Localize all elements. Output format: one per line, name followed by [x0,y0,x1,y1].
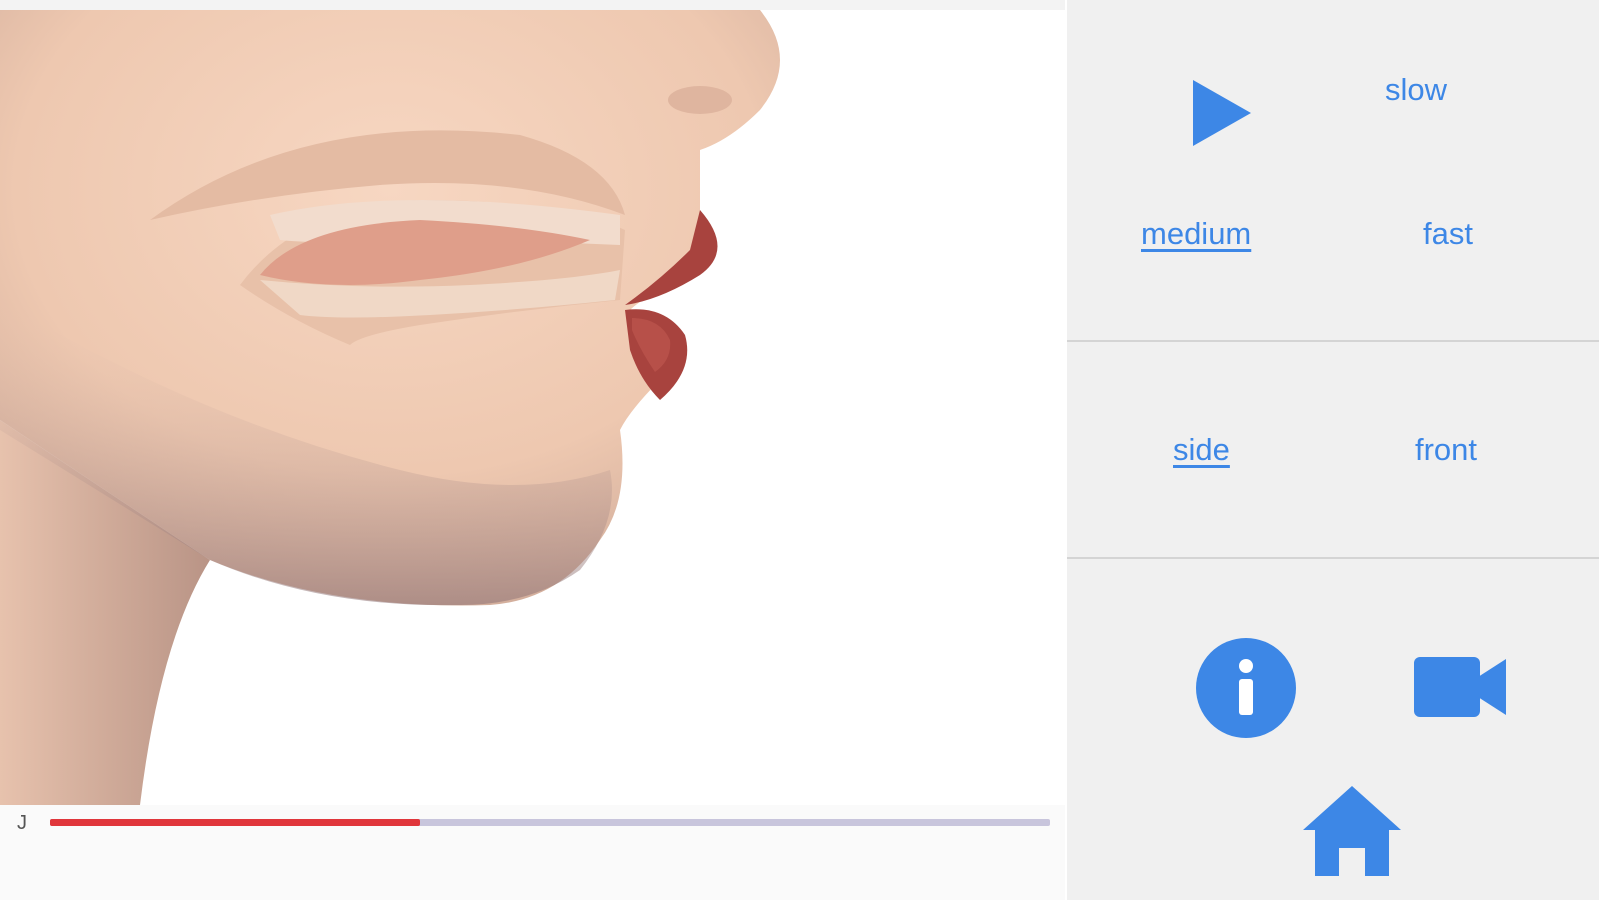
progress-fill [50,819,420,826]
progress-track[interactable] [50,819,1050,826]
speed-medium-button[interactable]: medium [1141,216,1251,252]
speed-fast-button[interactable]: fast [1423,216,1473,252]
play-icon[interactable] [1191,78,1253,148]
face-3d-model [0,10,780,805]
divider-1 [1067,340,1599,342]
view-side-button[interactable]: side [1173,432,1230,468]
nostril [668,86,732,114]
info-icon[interactable] [1195,637,1297,739]
timeline-bar: J [0,805,1065,900]
phoneme-label: J [17,812,27,834]
view-front-button[interactable]: front [1415,432,1477,468]
home-icon[interactable] [1303,786,1401,876]
speed-slow-button[interactable]: slow [1385,72,1447,108]
video-camera-icon[interactable] [1414,655,1506,719]
divider-2 [1067,557,1599,559]
animation-viewer: J [0,0,1065,900]
control-panel: slow medium fast side front [1067,0,1599,900]
